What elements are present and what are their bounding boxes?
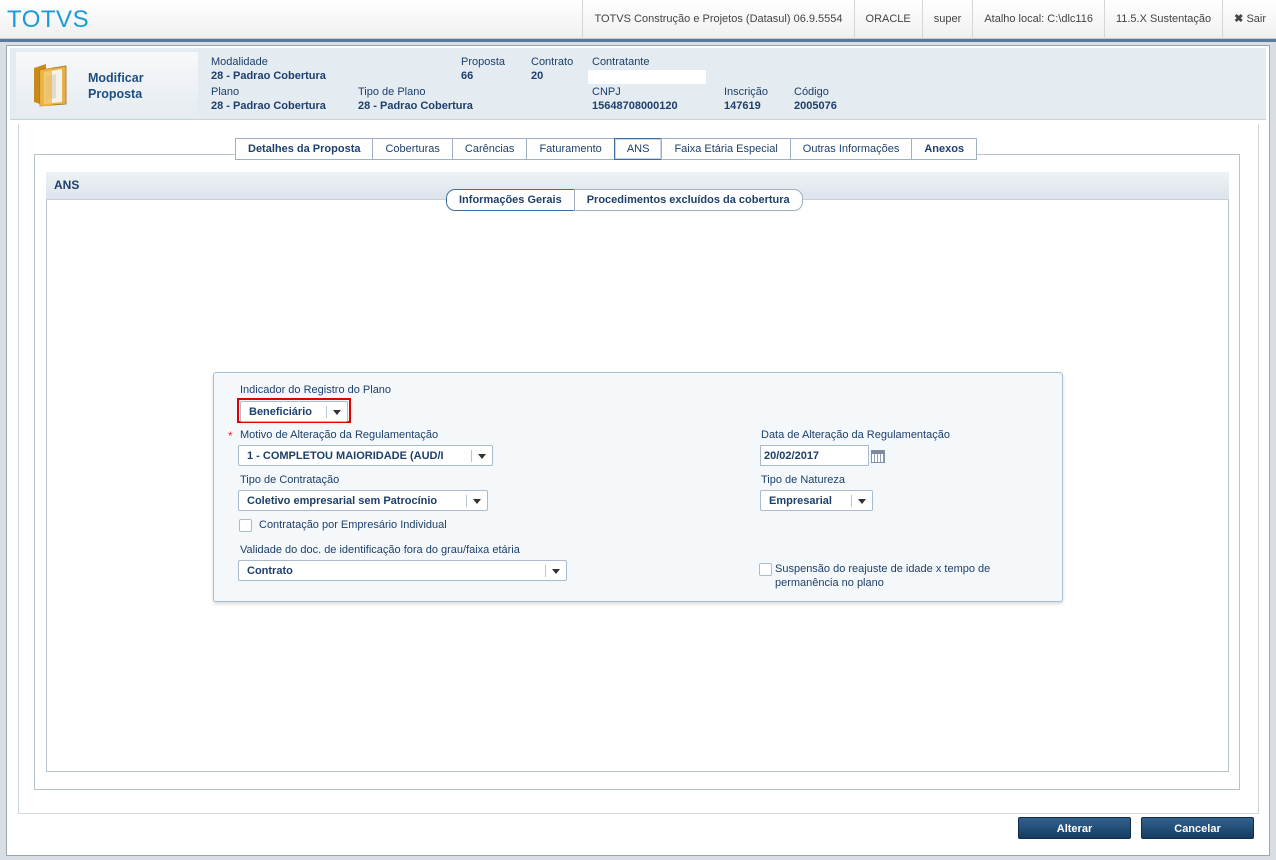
validade-value: Contrato (247, 565, 293, 577)
sub-tabs: Informações Gerais Procedimentos excluíd… (446, 189, 803, 211)
validade-select[interactable]: Contrato (238, 560, 567, 581)
tipo-natureza-select[interactable]: Empresarial (760, 490, 873, 511)
tab-faturamento[interactable]: Faturamento (526, 138, 615, 160)
tab-anexos[interactable]: Anexos (911, 138, 978, 160)
tab-carencias[interactable]: Carências (451, 138, 528, 160)
version-info[interactable]: 11.5.X Sustentação (1103, 0, 1222, 39)
tipo-contratacao-value: Coletivo empresarial sem Patrocínio (247, 495, 438, 507)
codigo-value: 2005076 (794, 100, 837, 112)
top-bar: TOTVS TOTVS Construção e Projetos (Datas… (0, 0, 1276, 39)
modify-proposal-dialog: Modificar Proposta Modalidade 28 - Padra… (6, 45, 1270, 856)
chevron-down-icon (473, 499, 481, 504)
codigo-label: Código (794, 86, 829, 98)
cnpj-value: 15648708000120 (592, 100, 678, 112)
indicador-value: Beneficiário (249, 406, 312, 418)
modalidade-label: Modalidade (211, 56, 268, 68)
tab-faixa-etaria-especial[interactable]: Faixa Etária Especial (661, 138, 791, 160)
plano-value: 28 - Padrao Cobertura (211, 100, 326, 112)
data-alteracao-value: 20/02/2017 (764, 450, 820, 462)
contratante-value (588, 70, 706, 84)
close-icon: ✖ (1234, 13, 1244, 25)
ans-form: Indicador do Registro do Plano Beneficiá… (213, 372, 1063, 602)
header-title-area: Modificar Proposta (16, 52, 198, 116)
chevron-down-icon (858, 499, 866, 504)
tab-ans[interactable]: ANS (613, 138, 663, 160)
contratante-label: Contratante (592, 56, 650, 68)
empresario-individual-label: Contratação por Empresário Individual (259, 519, 447, 531)
tipo-natureza-label: Tipo de Natureza (761, 474, 845, 486)
logout-label: Sair (1246, 13, 1266, 25)
proposal-header: Modificar Proposta Modalidade 28 - Padra… (10, 48, 1266, 120)
top-divider (0, 39, 1276, 42)
user-info[interactable]: super (921, 0, 973, 39)
cnpj-label: CNPJ (592, 86, 621, 98)
tipo-contratacao-select[interactable]: Coletivo empresarial sem Patrocínio (238, 490, 488, 511)
contrato-label: Contrato (531, 56, 574, 68)
proposta-value: 66 (461, 70, 474, 82)
calendar-icon[interactable] (871, 450, 885, 463)
top-nav: TOTVS Construção e Projetos (Datasul) 06… (582, 0, 1276, 39)
totvs-logo: TOTVS (7, 6, 90, 33)
chevron-down-icon (333, 410, 341, 415)
database-info: ORACLE (853, 0, 922, 39)
validade-label: Validade do doc. de identificação fora d… (240, 544, 520, 556)
subtab-informacoes-gerais[interactable]: Informações Gerais (446, 189, 575, 211)
page-title: Modificar Proposta (88, 71, 144, 101)
tab-coberturas[interactable]: Coberturas (372, 138, 453, 160)
product-info: TOTVS Construção e Projetos (Datasul) 06… (582, 0, 853, 39)
motivo-select[interactable]: 1 - COMPLETOU MAIORIDADE (AUD/I (238, 445, 493, 466)
proposta-label: Proposta (461, 56, 506, 68)
indicador-label: Indicador do Registro do Plano (240, 384, 392, 396)
chevron-down-icon (478, 454, 486, 459)
suspensao-label: Suspensão do reajuste de idade x tempo d… (775, 563, 991, 589)
chevron-down-icon (552, 569, 560, 574)
subtab-procedimentos-excluidos[interactable]: Procedimentos excluídos da cobertura (573, 189, 803, 211)
tab-detalhes-proposta[interactable]: Detalhes da Proposta (235, 138, 374, 160)
plano-label: Plano (211, 86, 240, 98)
empresario-individual-checkbox[interactable] (239, 519, 252, 532)
data-alteracao-input[interactable]: 20/02/2017 (760, 445, 869, 466)
indicador-select[interactable]: Beneficiário (240, 401, 348, 422)
contrato-value: 20 (531, 70, 544, 82)
section-title: ANS (54, 178, 80, 192)
suspensao-checkbox[interactable] (759, 563, 772, 576)
local-shortcut[interactable]: Atalho local: C:\dlc116 (972, 0, 1104, 39)
main-tabs: Detalhes da Proposta Coberturas Carência… (235, 138, 978, 160)
inscricao-value: 147619 (724, 100, 761, 112)
tipo-natureza-value: Empresarial (769, 495, 832, 507)
motivo-value: 1 - COMPLETOU MAIORIDADE (AUD/I (247, 450, 444, 462)
modalidade-value: 28 - Padrao Cobertura (211, 70, 326, 82)
tipo-plano-label: Tipo de Plano (358, 86, 426, 98)
required-marker: * (228, 429, 233, 443)
data-alteracao-label: Data de Alteração da Regulamentação (761, 429, 950, 441)
tipo-contratacao-label: Tipo de Contratação (240, 474, 340, 486)
tipo-plano-value: 28 - Padrao Cobertura (358, 100, 473, 112)
alterar-button[interactable]: Alterar (1018, 817, 1131, 839)
cancelar-button[interactable]: Cancelar (1141, 817, 1254, 839)
inscricao-label: Inscrição (724, 86, 769, 98)
logout-button[interactable]: ✖ Sair (1222, 0, 1276, 39)
folder-icon (34, 64, 67, 107)
motivo-label: Motivo de Alteração da Regulamentação (240, 429, 439, 441)
tab-outras-informacoes[interactable]: Outras Informações (789, 138, 913, 160)
